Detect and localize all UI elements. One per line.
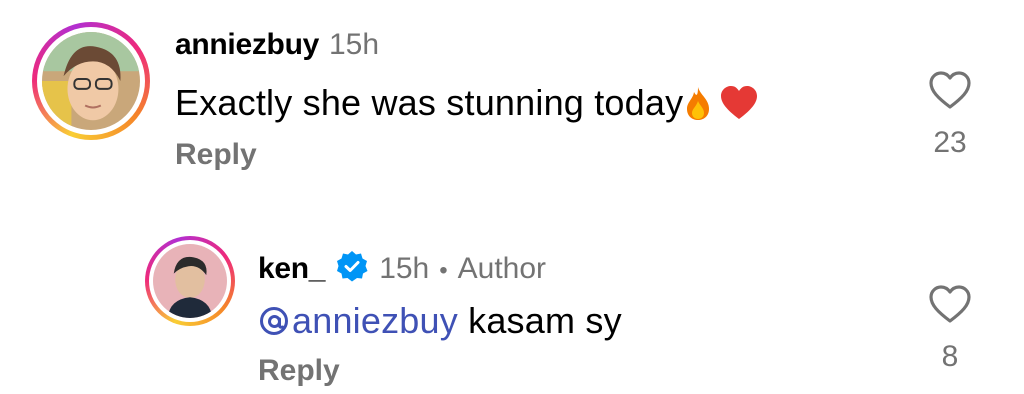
- verified-badge-icon: [335, 250, 369, 284]
- heart-icon[interactable]: [928, 284, 972, 324]
- threads-icon: [260, 307, 288, 335]
- comment-meta: ken_ 15h • Author: [258, 244, 546, 286]
- author-label: Author: [457, 252, 547, 285]
- mention-link[interactable]: anniezbuy: [258, 300, 458, 341]
- comment-text: anniezbuy kasam sy: [258, 300, 622, 342]
- username[interactable]: anniezbuy: [175, 28, 319, 62]
- like-button[interactable]: 23: [922, 70, 978, 160]
- like-count: 23: [933, 126, 967, 159]
- red-heart-emoji-icon: [719, 85, 759, 130]
- comment-body: Exactly she was stunning today: [175, 82, 684, 123]
- comment-meta: anniezbuy 15h: [175, 28, 379, 62]
- avatar[interactable]: [32, 22, 150, 140]
- comment-body: kasam sy: [457, 300, 622, 341]
- avatar[interactable]: [145, 236, 235, 326]
- comment-text: Exactly she was stunning today: [175, 82, 759, 130]
- like-button[interactable]: 8: [922, 284, 978, 374]
- reply-comment: ken_ 15h • Author anniezbuy kasam sy Rep…: [0, 236, 1024, 394]
- reply-button[interactable]: Reply: [258, 354, 340, 388]
- username[interactable]: ken_: [258, 252, 325, 286]
- timestamp: 15h: [329, 28, 380, 61]
- heart-icon[interactable]: [928, 70, 972, 110]
- comment: anniezbuy 15h Exactly she was stunning t…: [0, 22, 1024, 182]
- timestamp: 15h: [379, 252, 430, 285]
- fire-emoji-icon: [683, 85, 713, 130]
- mention-username[interactable]: anniezbuy: [292, 300, 458, 341]
- like-count: 8: [941, 340, 959, 373]
- separator: •: [439, 257, 448, 284]
- reply-button[interactable]: Reply: [175, 138, 257, 172]
